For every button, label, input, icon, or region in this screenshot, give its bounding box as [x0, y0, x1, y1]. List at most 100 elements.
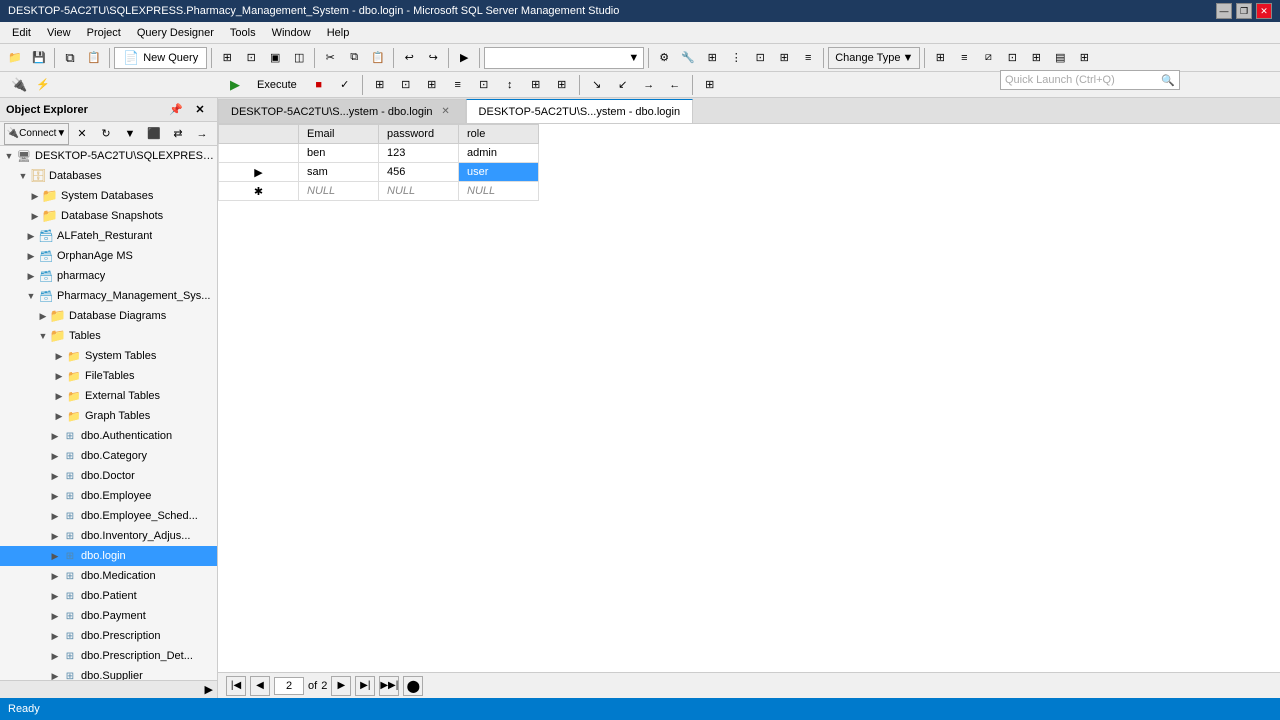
nav-last2-btn[interactable]: ▶▶|	[379, 676, 399, 696]
tb-exec8[interactable]: ⊞	[551, 74, 573, 96]
tb-far6[interactable]: ▤	[1049, 47, 1071, 69]
oe-sys-tables[interactable]: ▶ 📁 System Tables	[0, 346, 217, 366]
oe-expand-auth[interactable]: ▶	[48, 429, 62, 443]
col-password[interactable]: password	[379, 125, 459, 144]
oe-expand-sys-tables[interactable]: ▶	[52, 349, 66, 363]
minimize-button[interactable]: —	[1216, 3, 1232, 19]
oe-expand-pat[interactable]: ▶	[48, 589, 62, 603]
menu-query-designer[interactable]: Query Designer	[129, 25, 222, 41]
tb-exec1[interactable]: ⊞	[369, 74, 391, 96]
tb-right7[interactable]: ≡	[797, 47, 819, 69]
tb-right4[interactable]: ⋮	[725, 47, 747, 69]
oe-dbo-patient[interactable]: ▶ ⊞ dbo.Patient	[0, 586, 217, 606]
oe-db-snapshots[interactable]: ▶ 📁 Database Snapshots	[0, 206, 217, 226]
table-row[interactable]: ✱ NULL NULL NULL	[219, 182, 539, 201]
save-button[interactable]: 💾	[28, 47, 50, 69]
row-2-role[interactable]: user	[459, 163, 539, 182]
oe-expand-snap[interactable]: ▶	[28, 209, 42, 223]
oe-expand-graph[interactable]: ▶	[52, 409, 66, 423]
tb-exec4[interactable]: ≡	[447, 74, 469, 96]
tb-cut[interactable]: ✂	[319, 47, 341, 69]
oe-expand-login[interactable]: ▶	[48, 549, 62, 563]
oe-file-tables[interactable]: ▶ 📁 FileTables	[0, 366, 217, 386]
oe-expand-sched[interactable]: ▶	[48, 509, 62, 523]
tb-exec12[interactable]: ←	[664, 74, 686, 96]
oe-dbo-employee[interactable]: ▶ ⊞ dbo.Employee	[0, 486, 217, 506]
oe-close-btn[interactable]: ✕	[189, 99, 211, 121]
oe-filter-btn[interactable]: ▼	[119, 123, 141, 145]
oe-dbo-medication[interactable]: ▶ ⊞ dbo.Medication	[0, 566, 217, 586]
stop-btn[interactable]: ■	[308, 74, 330, 96]
nav-next-btn[interactable]: ▶	[331, 676, 351, 696]
oe-dbo-login[interactable]: ▶ ⊞ dbo.login	[0, 546, 217, 566]
oe-scroll-right[interactable]: ▶	[205, 683, 213, 696]
tb-redo[interactable]: ↪	[422, 47, 444, 69]
tb-exec6[interactable]: ↕	[499, 74, 521, 96]
oe-expand-pay[interactable]: ▶	[48, 609, 62, 623]
open-button[interactable]: 📁	[4, 47, 26, 69]
tb-right3[interactable]: ⊞	[701, 47, 723, 69]
oe-disconnect-btn[interactable]: ✕	[71, 123, 93, 145]
tb-far5[interactable]: ⊞	[1025, 47, 1047, 69]
nav-last-btn[interactable]: ▶|	[355, 676, 375, 696]
oe-dbo-payment[interactable]: ▶ ⊞ dbo.Payment	[0, 606, 217, 626]
oe-orphanage[interactable]: ▶ 🗃 OrphanAge MS	[0, 246, 217, 266]
tab-1[interactable]: DESKTOP-5AC2TU\S...ystem - dbo.login ✕	[218, 99, 466, 123]
tb-exec2[interactable]: ⊡	[395, 74, 417, 96]
oe-expand-sys[interactable]: ▶	[28, 189, 42, 203]
tb-far7[interactable]: ⊞	[1073, 47, 1095, 69]
menu-edit[interactable]: Edit	[4, 25, 39, 41]
oe-alfateh[interactable]: ▶ 🗃 ALFateh_Resturant	[0, 226, 217, 246]
oe-stop-btn[interactable]: ⬛	[143, 123, 165, 145]
tb-exec10[interactable]: ↙	[612, 74, 634, 96]
close-button[interactable]: ✕	[1256, 3, 1272, 19]
row-3-role[interactable]: NULL	[459, 182, 539, 201]
oe-expand-tables[interactable]: ▼	[36, 329, 50, 343]
oe-expand-server[interactable]: ▼	[2, 149, 16, 163]
paste-button[interactable]: 📋	[83, 47, 105, 69]
row-2-password[interactable]: 456	[379, 163, 459, 182]
col-role[interactable]: role	[459, 125, 539, 144]
page-number-input[interactable]: 2	[274, 677, 304, 695]
tb-far2[interactable]: ≡	[953, 47, 975, 69]
oe-expand-med[interactable]: ▶	[48, 569, 62, 583]
tb-btn4[interactable]: ◫	[288, 47, 310, 69]
table-row[interactable]: ▶ sam 456 user	[219, 163, 539, 182]
oe-server-node[interactable]: ▼ 🖥 DESKTOP-5AC2TU\SQLEXPRESS (S...	[0, 146, 217, 166]
data-grid[interactable]: Email password role ben 123 admin	[218, 124, 1280, 672]
disconnect-btn[interactable]: ⚡	[32, 74, 54, 96]
oe-pharmacy[interactable]: ▶ 🗃 pharmacy	[0, 266, 217, 286]
tb-btn1[interactable]: ⊞	[216, 47, 238, 69]
row-3-password[interactable]: NULL	[379, 182, 459, 201]
tb-btn2[interactable]: ⊡	[240, 47, 262, 69]
tb-far3[interactable]: ⧄	[977, 47, 999, 69]
tb-exec11[interactable]: →	[638, 74, 660, 96]
tab-1-close[interactable]: ✕	[439, 105, 453, 119]
oe-dbo-category[interactable]: ▶ ⊞ dbo.Category	[0, 446, 217, 466]
connect-btn[interactable]: 🔌	[8, 74, 30, 96]
col-email[interactable]: Email	[299, 125, 379, 144]
tb-exec9[interactable]: ↘	[586, 74, 608, 96]
menu-project[interactable]: Project	[79, 25, 129, 41]
oe-expand-inv[interactable]: ▶	[48, 529, 62, 543]
quick-launch-box[interactable]: Quick Launch (Ctrl+Q) 🔍	[1000, 70, 1180, 90]
oe-expand-pharm[interactable]: ▶	[24, 269, 38, 283]
tb-btn3[interactable]: ▣	[264, 47, 286, 69]
tb-right1[interactable]: ⚙	[653, 47, 675, 69]
tb-paste2[interactable]: 📋	[367, 47, 389, 69]
tb-exec5[interactable]: ⊡	[473, 74, 495, 96]
tb-copy2[interactable]: ⧉	[343, 47, 365, 69]
row-3-email[interactable]: NULL	[299, 182, 379, 201]
tb-far1[interactable]: ⊞	[929, 47, 951, 69]
row-1-password[interactable]: 123	[379, 144, 459, 163]
tb-exec13[interactable]: ⊞	[699, 74, 721, 96]
new-query-button[interactable]: 📄 New Query	[114, 47, 207, 69]
menu-tools[interactable]: Tools	[222, 25, 264, 41]
row-1-role[interactable]: admin	[459, 144, 539, 163]
tb-right6[interactable]: ⊞	[773, 47, 795, 69]
menu-help[interactable]: Help	[319, 25, 358, 41]
oe-expand-orp[interactable]: ▶	[24, 249, 38, 263]
copy-button[interactable]: ⧉	[59, 47, 81, 69]
oe-expand-presc[interactable]: ▶	[48, 629, 62, 643]
oe-expand-diag[interactable]: ▶	[36, 309, 50, 323]
